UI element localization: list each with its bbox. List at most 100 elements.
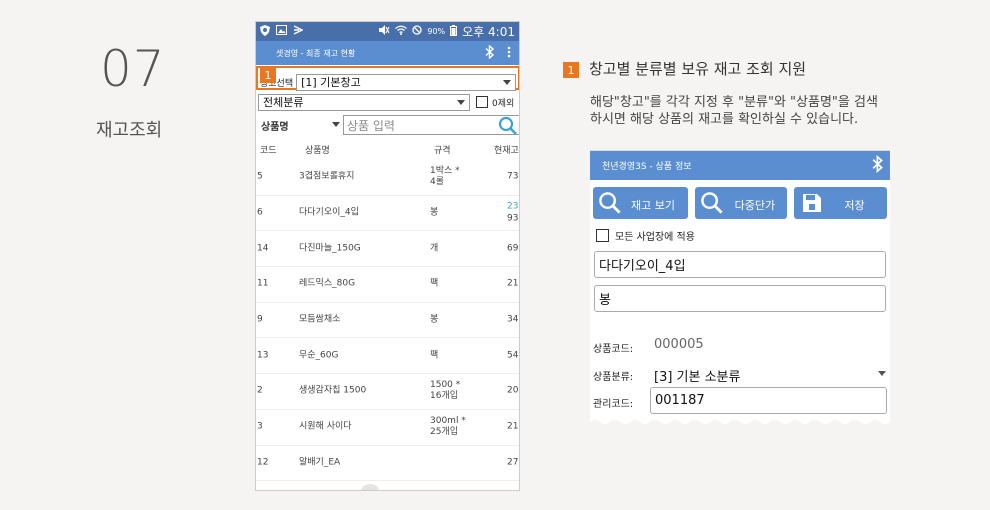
exclude-zero-checkbox[interactable] — [476, 96, 488, 108]
table-row[interactable]: 14 다진마늘_150G 개 69 — [256, 231, 519, 268]
search-icon — [598, 191, 622, 218]
block-icon — [412, 25, 423, 38]
row-code: 6 — [257, 207, 263, 218]
mgmt-code-field[interactable]: 001187 — [650, 387, 887, 414]
apply-all-checkbox[interactable] — [596, 229, 609, 242]
row-name: 3겹점보롤휴지 — [299, 171, 355, 182]
product-category-value: [3] 기본 소분류 — [654, 370, 741, 385]
torn-edge — [590, 420, 890, 430]
category-value: 전체분류 — [263, 96, 304, 109]
row-qty: 73 — [507, 171, 519, 182]
product-category-select[interactable]: [3] 기본 소분류 — [654, 366, 888, 385]
more-menu-icon[interactable] — [507, 46, 511, 61]
wifi-icon — [395, 25, 408, 38]
multi-price-button[interactable]: 다중단가 — [694, 187, 788, 219]
status-bar: 90% 오후 4:01 — [256, 22, 519, 41]
bluetooth-icon[interactable] — [872, 154, 884, 176]
table-row[interactable]: 9 모듬쌈채소 봉 34 — [256, 303, 519, 339]
product-info-title: 천년경영3S - 상품 정보 — [602, 162, 692, 172]
row-qty: 93 — [507, 213, 519, 224]
product-code-label: 상품코드: — [593, 344, 634, 355]
apply-all-row: 모든 사업장에 적용 — [590, 219, 890, 243]
flag-icon — [293, 25, 304, 38]
row-qty: 34 — [507, 314, 519, 325]
category-row: 전체분류 0제외 — [258, 92, 519, 112]
row-qty: 54 — [507, 350, 519, 361]
description-badge: 1 — [563, 62, 579, 78]
view-stock-button[interactable]: 재고 보기 — [593, 187, 688, 219]
row-code: 11 — [257, 278, 269, 289]
row-name: 시원해 사이다 — [299, 421, 352, 432]
table-row[interactable]: 6 다다기오이_4입 봉 23 93 — [256, 196, 519, 232]
warehouse-highlight: 창고선택 [1] 기본창고 — [256, 66, 519, 91]
app-bar: 셋경영 - 최종 재고 현황 — [256, 41, 519, 65]
row-code: 13 — [257, 350, 269, 361]
search-mode-value: 상품명 — [261, 121, 289, 133]
multi-price-label: 다중단가 — [734, 199, 776, 212]
table-header: 코드 상품명 규격 현재고 — [256, 140, 519, 158]
warehouse-select[interactable]: [1] 기본창고 — [296, 73, 516, 91]
row-spec: 봉 — [430, 314, 439, 325]
row-spec: 팩 — [430, 278, 439, 289]
row-spec: 개 — [430, 243, 439, 254]
product-category-label: 상품분류: — [593, 372, 634, 383]
search-input[interactable]: 상품 입력 — [343, 115, 519, 135]
chevron-down-icon — [503, 79, 511, 85]
row-spec: 1박스 * 4롤 — [430, 166, 460, 188]
row-name: 다다기오이_4입 — [299, 207, 359, 218]
product-unit-field[interactable]: 봉 — [594, 285, 886, 312]
battery-level: 90% — [427, 27, 446, 36]
battery-icon — [450, 24, 458, 39]
search-icon — [700, 191, 724, 218]
apply-all-label: 모든 사업장에 적용 — [615, 232, 695, 243]
row-name: 알배기_EA — [299, 457, 341, 468]
row-qty: 20 — [507, 385, 519, 396]
description-line-1: 해당"창고"를 각각 지정 후 "분류"와 "상품명"을 검색 — [590, 95, 878, 110]
description-line-2: 하시면 해당 상품의 재고를 확인하실 수 있습니다. — [590, 112, 859, 127]
shield-icon — [260, 24, 270, 39]
section-number: 07 — [100, 40, 166, 98]
chevron-down-icon — [878, 371, 886, 376]
product-name-field[interactable]: 다다기오이_4입 — [594, 251, 886, 278]
row-code: 2 — [257, 385, 263, 396]
row-code: 12 — [257, 457, 269, 468]
scroll-indicator — [361, 484, 379, 490]
table-row[interactable]: 2 생생감자칩 1500 1500 * 16개입 20 — [256, 374, 519, 410]
col-qty: 현재고 — [494, 145, 519, 156]
mgmt-code-label: 관리코드: — [593, 399, 634, 410]
table-row[interactable]: 5 3겹점보롤휴지 1박스 * 4롤 73 — [256, 160, 519, 196]
stock-table: 5 3겹점보롤휴지 1박스 * 4롤 73 6 다다기오이_4입 봉 23 93… — [256, 160, 519, 482]
row-code: 9 — [257, 314, 263, 325]
product-info-screen: 천년경영3S - 상품 정보 재고 보기 다중단가 저장 모든 사업장에 적용 — [590, 150, 890, 430]
mgmt-code-value: 001187 — [655, 393, 705, 408]
table-row[interactable]: 12 알배기_EA 27 — [256, 446, 519, 482]
row-name: 모듬쌈채소 — [299, 314, 341, 325]
col-code: 코드 — [260, 145, 277, 156]
save-button[interactable]: 저장 — [794, 187, 887, 219]
bluetooth-icon[interactable] — [485, 43, 495, 62]
table-row[interactable]: 13 무순_60G 팩 54 — [256, 338, 519, 375]
row-code: 14 — [257, 243, 269, 254]
row-qty: 27 — [507, 457, 519, 468]
row-spec: 팩 — [430, 350, 439, 361]
app-title: 셋경영 - 최종 재고 현황 — [276, 48, 356, 58]
search-icon[interactable] — [498, 116, 518, 139]
row-name: 레드믹스_80G — [299, 278, 356, 289]
row-spec: 1500 * 16개입 — [430, 380, 461, 402]
row-code: 5 — [257, 171, 263, 182]
row-name: 무순_60G — [299, 350, 339, 361]
search-placeholder: 상품 입력 — [347, 118, 395, 133]
warehouse-value: [1] 기본창고 — [301, 76, 361, 89]
section-title: 재고조회 — [96, 120, 163, 141]
row-name: 생생감자칩 1500 — [299, 385, 367, 396]
save-label: 저장 — [844, 199, 865, 212]
exclude-zero-label: 0제외 — [492, 98, 515, 109]
product-code-value: 000005 — [654, 337, 704, 352]
table-row[interactable]: 3 시원해 사이다 300ml * 25개입 21 — [256, 410, 519, 446]
category-select[interactable]: 전체분류 — [258, 93, 470, 111]
col-spec: 규격 — [434, 145, 451, 156]
row-qty-highlight: 23 — [507, 201, 519, 212]
table-row[interactable]: 11 레드믹스_80G 팩 21 — [256, 267, 519, 303]
row-code: 3 — [257, 421, 263, 432]
search-mode-select[interactable]: 상품명 — [261, 118, 343, 133]
